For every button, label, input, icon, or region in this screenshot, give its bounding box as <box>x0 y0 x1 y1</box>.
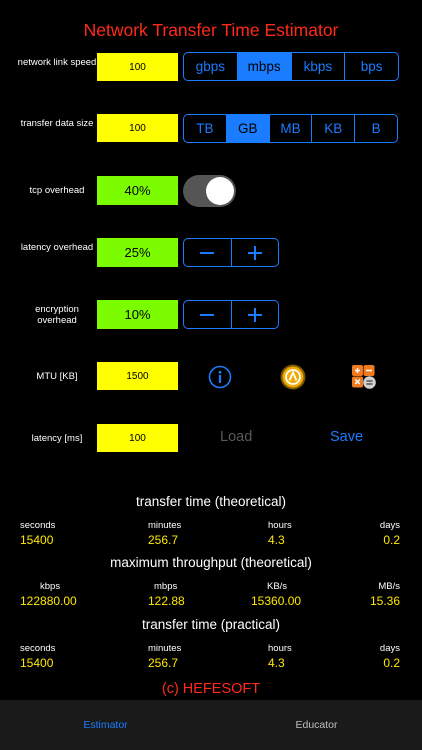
data-size-label: transfer data size <box>20 118 94 129</box>
practical-hours: hours 4.3 <box>268 643 292 670</box>
latency-label: latency [ms] <box>31 433 83 444</box>
latency-overhead-label: latency overhead <box>20 242 94 253</box>
unit-mb[interactable]: MB <box>268 115 312 142</box>
load-button[interactable]: Load <box>220 429 252 445</box>
encryption-overhead-stepper[interactable] <box>183 300 279 329</box>
latency-input[interactable]: 100 <box>97 424 178 452</box>
unit-gb[interactable]: GB <box>225 115 269 142</box>
tcp-overhead-input[interactable]: 40% <box>97 176 178 205</box>
save-button[interactable]: Save <box>330 429 363 445</box>
throughput-mbps: mbps 122.88 <box>148 581 185 608</box>
unit-kb[interactable]: KB <box>311 115 354 142</box>
theoretical-hours: hours 4.3 <box>268 520 292 547</box>
minus-icon <box>200 313 215 316</box>
app-title: Network Transfer Time Estimator <box>83 20 339 40</box>
latency-overhead-input[interactable]: 25% <box>97 238 178 267</box>
encryption-overhead-decrement-button[interactable] <box>184 301 231 328</box>
data-size-input[interactable]: 100 <box>97 114 178 142</box>
tab-educator[interactable]: Educator <box>211 700 422 750</box>
unit-tb[interactable]: TB <box>184 115 226 142</box>
calculator-button[interactable] <box>350 363 378 391</box>
throughput-mb-per-s: MB/s 15.36 <box>369 581 400 608</box>
unit-b[interactable]: B <box>354 115 397 142</box>
mtu-input[interactable]: 1500 <box>97 362 178 390</box>
latency-overhead-decrement-button[interactable] <box>184 239 231 266</box>
link-speed-input[interactable]: 100 <box>97 53 178 81</box>
unit-kbps[interactable]: kbps <box>290 53 345 80</box>
brand-footer: (c) HEFESOFT <box>161 681 261 697</box>
app-logo-icon <box>280 364 305 389</box>
mtu-label: MTU [KB] <box>36 371 78 382</box>
plus-icon <box>247 307 262 322</box>
throughput-title: maximum throughput (theoretical) <box>110 555 312 570</box>
calculator-icon <box>352 365 376 389</box>
encryption-overhead-label: encryption overhead <box>35 304 79 326</box>
latency-overhead-stepper[interactable] <box>183 238 279 267</box>
practical-days: days 0.2 <box>379 643 400 670</box>
link-speed-unit-selector[interactable]: gbps mbps kbps bps <box>183 52 399 81</box>
tcp-overhead-label: tcp overhead <box>29 185 85 196</box>
unit-mbps[interactable]: mbps <box>236 53 291 80</box>
tab-bar: Estimator Educator <box>0 700 422 750</box>
link-speed-label: network link speed <box>17 57 97 68</box>
theoretical-minutes: minutes 256.7 <box>148 520 182 547</box>
encryption-overhead-input[interactable]: 10% <box>97 300 178 329</box>
practical-minutes: minutes 256.7 <box>148 643 182 670</box>
throughput-kbps: kbps 122880.00 <box>20 581 77 608</box>
throughput-kb-per-s: KB/s 15360.00 <box>251 581 302 608</box>
practical-time-title: transfer time (practical) <box>141 617 281 632</box>
info-button[interactable] <box>207 364 233 390</box>
theoretical-days: days 0.2 <box>379 520 400 547</box>
theoretical-seconds: seconds 15400 <box>20 520 56 547</box>
latency-overhead-increment-button[interactable] <box>230 239 279 266</box>
plus-icon <box>247 245 262 260</box>
toggle-knob <box>206 177 234 205</box>
unit-gbps[interactable]: gbps <box>184 53 237 80</box>
unit-bps[interactable]: bps <box>344 53 398 80</box>
encryption-overhead-increment-button[interactable] <box>230 301 279 328</box>
tcp-overhead-toggle[interactable] <box>183 175 236 207</box>
theoretical-time-title: transfer time (theoretical) <box>135 494 287 509</box>
data-size-unit-selector[interactable]: TB GB MB KB B <box>183 114 398 143</box>
minus-icon <box>200 251 215 254</box>
info-icon <box>208 365 232 389</box>
tab-estimator[interactable]: Estimator <box>0 700 211 750</box>
network-app-button[interactable] <box>279 363 306 390</box>
practical-seconds: seconds 15400 <box>20 643 56 670</box>
